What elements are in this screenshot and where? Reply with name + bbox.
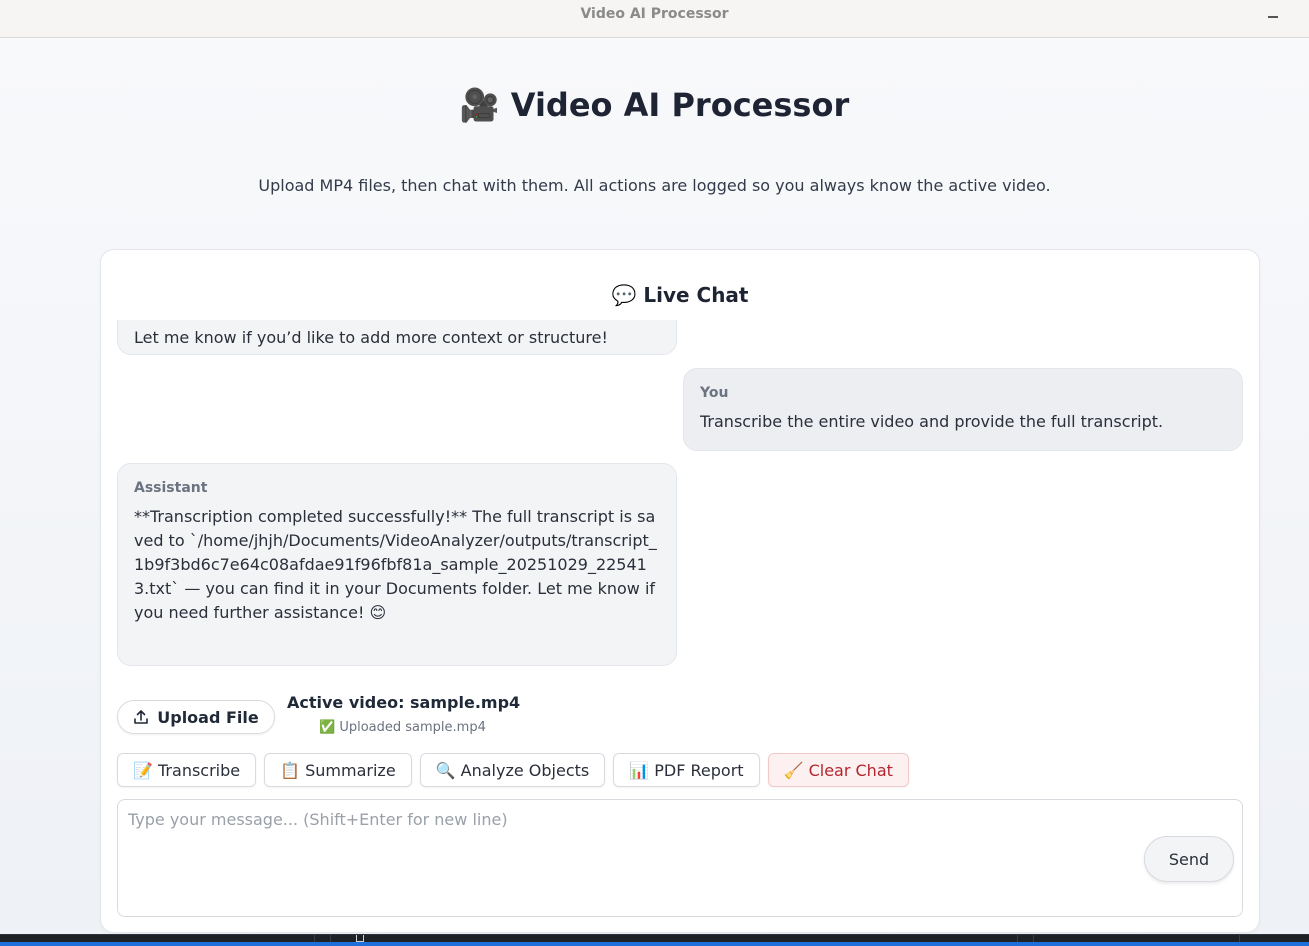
taskbar-accent [0, 942, 1309, 946]
message-text: Let me know if you’d like to add more co… [134, 328, 608, 347]
upload-file-button[interactable]: Upload File [117, 700, 275, 734]
chat-log[interactable]: Let me know if you’d like to add more co… [117, 320, 1247, 672]
message-text: **Transcription completed successfully!*… [134, 507, 657, 622]
user-message: You Transcribe the entire video and prov… [683, 368, 1243, 451]
page-title: 🎥 Video AI Processor [459, 86, 850, 124]
window-titlebar: Video AI Processor [0, 0, 1309, 38]
message-text: Transcribe the entire video and provide … [700, 412, 1164, 431]
taskbar [0, 934, 1309, 946]
action-bar: 📝 Transcribe 📋 Summarize 🔍 Analyze Objec… [117, 753, 909, 787]
upload-icon [134, 710, 149, 724]
message-sender: Assistant [134, 480, 208, 496]
assistant-message: Assistant **Transcription completed succ… [117, 463, 677, 666]
transcribe-button[interactable]: 📝 Transcribe [117, 753, 257, 787]
minimize-icon [1268, 16, 1278, 18]
chat-heading: 💬 Live Chat [611, 283, 749, 307]
clear-chat-button[interactable]: 🧹 Clear Chat [767, 753, 909, 787]
taskbar-window-icon[interactable] [356, 935, 364, 942]
summarize-button[interactable]: 📋 Summarize [264, 753, 412, 787]
upload-status: ✅ Uploaded sample.mp4 [319, 720, 486, 735]
page-subtitle: Upload MP4 files, then chat with them. A… [258, 176, 1051, 195]
send-button[interactable]: Send [1144, 836, 1234, 882]
message-composer: Send [117, 799, 1243, 917]
minimize-button[interactable] [1261, 4, 1285, 28]
active-video-label: Active video: sample.mp4 [287, 693, 521, 712]
analyze-objects-button[interactable]: 🔍 Analyze Objects [419, 753, 606, 787]
window-title: Video AI Processor [580, 6, 729, 22]
assistant-message: Let me know if you’d like to add more co… [117, 320, 677, 355]
upload-button-label: Upload File [157, 707, 259, 727]
pdf-report-button[interactable]: 📊 PDF Report [613, 753, 760, 787]
app-root: 🎥 Video AI Processor Upload MP4 files, t… [0, 38, 1309, 934]
message-sender: You [700, 385, 729, 401]
chat-card: 💬 Live Chat Let me know if you’d like to… [100, 249, 1260, 933]
message-input[interactable] [118, 800, 1242, 916]
